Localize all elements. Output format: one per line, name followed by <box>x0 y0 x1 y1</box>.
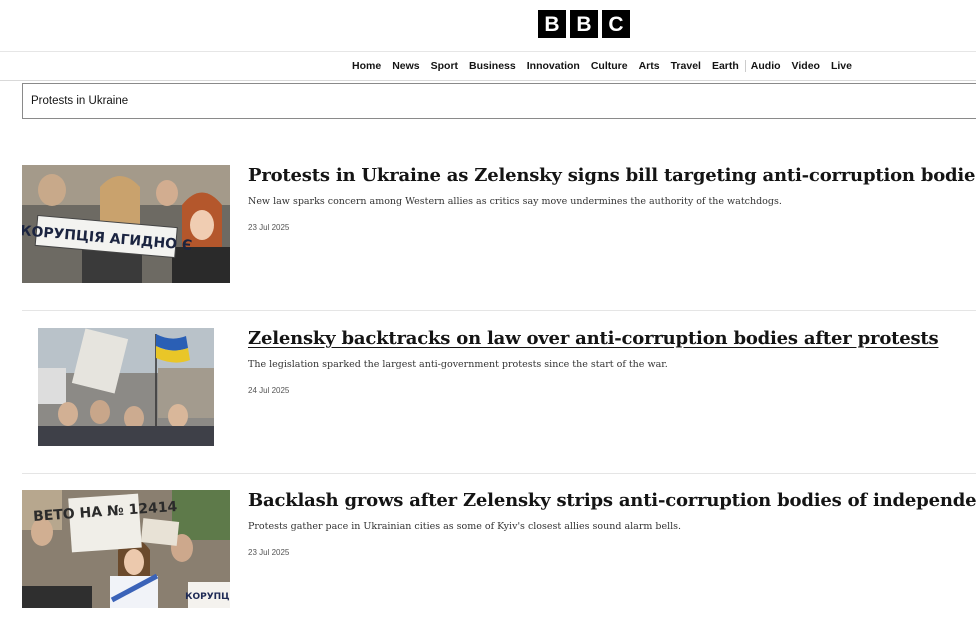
result-title[interactable]: Protests in Ukraine as Zelensky signs bi… <box>248 165 976 186</box>
logo-letter: C <box>602 10 630 38</box>
nav-item-business[interactable]: Business <box>469 60 516 72</box>
search-result: КОРУПЦІЯ АГИДНО Є Protests in Ukraine as… <box>22 165 976 285</box>
protest-photo-image: КОРУПЦІЯ АГИДНО Є <box>22 165 230 283</box>
nav-item-culture[interactable]: Culture <box>591 60 628 72</box>
result-date: 24 Jul 2025 <box>248 386 290 395</box>
search-input[interactable] <box>23 84 976 118</box>
nav-item-audio[interactable]: Audio <box>744 60 781 72</box>
result-summary: Protests gather pace in Ukrainian cities… <box>248 521 682 532</box>
nav-item-travel[interactable]: Travel <box>671 60 701 72</box>
sign-text-2: КОРУПЦІ <box>185 592 230 602</box>
nav-item-arts[interactable]: Arts <box>639 60 660 72</box>
result-divider <box>22 310 976 311</box>
protest-photo-image: ВЕТО НА № 12414 КОРУПЦІ <box>22 490 230 608</box>
result-thumbnail[interactable]: ВЕТО НА № 12414 КОРУПЦІ <box>22 490 230 608</box>
nav-item-live[interactable]: Live <box>831 60 852 72</box>
result-divider <box>22 473 976 474</box>
result-summary: The legislation sparked the largest anti… <box>248 359 668 370</box>
main-nav: Home News Sport Business Innovation Cult… <box>0 52 976 81</box>
nav-item-sport[interactable]: Sport <box>431 60 458 72</box>
result-thumbnail[interactable] <box>38 328 214 446</box>
logo-letter: B <box>570 10 598 38</box>
result-title[interactable]: Zelensky backtracks on law over anti-cor… <box>248 328 939 349</box>
search-box <box>22 83 976 119</box>
result-date: 23 Jul 2025 <box>248 223 290 232</box>
site-header: B B C <box>0 0 976 52</box>
protest-photo-image <box>38 328 214 446</box>
nav-item-innovation[interactable]: Innovation <box>527 60 580 72</box>
search-result: Zelensky backtracks on law over anti-cor… <box>22 328 976 448</box>
result-date: 23 Jul 2025 <box>248 548 290 557</box>
logo-letter: B <box>538 10 566 38</box>
nav-item-home[interactable]: Home <box>352 60 381 72</box>
result-summary: New law sparks concern among Western all… <box>248 196 782 207</box>
nav-item-video[interactable]: Video <box>792 60 820 72</box>
nav-item-news[interactable]: News <box>392 60 419 72</box>
result-title[interactable]: Backlash grows after Zelensky strips ant… <box>248 490 976 511</box>
bbc-logo[interactable]: B B C <box>538 10 630 38</box>
nav-item-earth[interactable]: Earth <box>712 60 739 72</box>
result-thumbnail[interactable]: КОРУПЦІЯ АГИДНО Є <box>22 165 230 283</box>
search-result: ВЕТО НА № 12414 КОРУПЦІ Backlash grows a… <box>22 490 976 610</box>
